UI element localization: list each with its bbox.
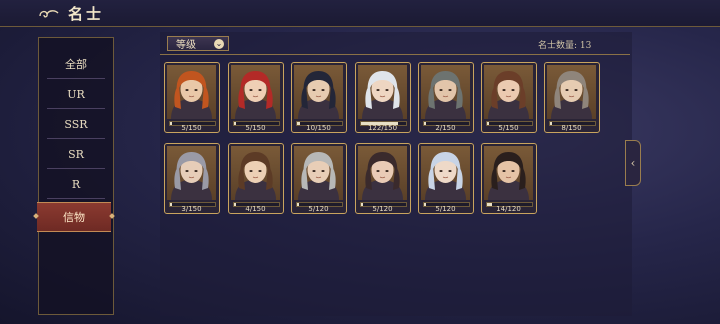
progress-text: 5/120 (435, 205, 456, 213)
sidebar-item-label: SR (68, 147, 84, 161)
divider (47, 108, 105, 109)
progress-text: 5/150 (498, 124, 519, 132)
divider (47, 78, 105, 79)
progress-text: 8/150 (561, 124, 582, 132)
progress-text: 5/150 (181, 124, 202, 132)
top-bar: 名士 (0, 0, 720, 27)
character-portrait (547, 65, 596, 119)
progress-text: 10/150 (306, 124, 331, 132)
character-card[interactable]: 5/150 (481, 62, 537, 133)
progress-text: 3/150 (181, 205, 202, 213)
progress-text: 5/120 (372, 205, 393, 213)
character-portrait (231, 146, 280, 200)
character-portrait (167, 146, 216, 200)
sidebar-item-ssr[interactable]: SSR (39, 110, 113, 138)
progress-text: 122/150 (367, 124, 398, 132)
character-count: 名士数量: 13 (538, 41, 592, 51)
character-card[interactable]: 5/120 (291, 143, 347, 214)
character-card[interactable]: 2/150 (418, 62, 474, 133)
character-card[interactable]: 8/150 (544, 62, 600, 133)
progress-text: 5/120 (308, 205, 329, 213)
sidebar-item-label: R (71, 177, 81, 191)
character-card[interactable]: 3/150 (164, 143, 220, 214)
sidebar-item-label: 信物 (63, 211, 85, 224)
divider (47, 138, 105, 139)
sidebar-item-all[interactable]: 全部 (39, 50, 113, 78)
sidebar-item-label: 全部 (65, 58, 87, 71)
progress-text: 4/150 (245, 205, 266, 213)
character-portrait (358, 65, 407, 119)
page-title: 名士 (68, 5, 105, 23)
chevron-left-icon: ‹ (630, 156, 636, 170)
progress-text: 14/120 (496, 205, 521, 213)
cloud-swirl-icon (39, 9, 59, 17)
character-card[interactable]: 5/120 (418, 143, 474, 214)
character-card[interactable]: 5/120 (355, 143, 411, 214)
category-sidebar: 全部 UR SSR SR R 信物 (37, 37, 114, 315)
divider (160, 54, 630, 55)
sidebar-item-label: UR (67, 87, 85, 101)
expand-panel-tab[interactable]: ‹ (625, 140, 641, 186)
sidebar-item-ur[interactable]: UR (39, 80, 113, 108)
title-wrap: 名士 (38, 3, 104, 24)
progress-text: 2/150 (435, 124, 456, 132)
sidebar-item-r[interactable]: R (39, 170, 113, 198)
character-card[interactable]: 4/150 (228, 143, 284, 214)
character-card[interactable]: 5/150 (228, 62, 284, 133)
sidebar-item-label: SSR (64, 117, 88, 131)
character-portrait (484, 65, 533, 119)
progress-text: 5/150 (245, 124, 266, 132)
divider (47, 168, 105, 169)
character-card[interactable]: 5/150 (164, 62, 220, 133)
character-portrait (421, 65, 470, 119)
divider (47, 198, 105, 199)
character-card[interactable]: 122/150 (355, 62, 411, 133)
character-portrait (358, 146, 407, 200)
sidebar-item-sr[interactable]: SR (39, 140, 113, 168)
character-portrait (294, 146, 343, 200)
filter-label: 等级 (176, 40, 196, 51)
character-card[interactable]: 10/150 (291, 62, 347, 133)
character-card[interactable]: 14/120 (481, 143, 537, 214)
character-portrait (167, 65, 216, 119)
sidebar-item-token[interactable]: 信物 (37, 202, 111, 232)
character-portrait (231, 65, 280, 119)
character-portrait (294, 65, 343, 119)
level-filter-dropdown[interactable]: 等级 ⌄ (167, 36, 229, 51)
character-portrait (421, 146, 470, 200)
chevron-down-icon: ⌄ (214, 39, 224, 49)
character-portrait (484, 146, 533, 200)
